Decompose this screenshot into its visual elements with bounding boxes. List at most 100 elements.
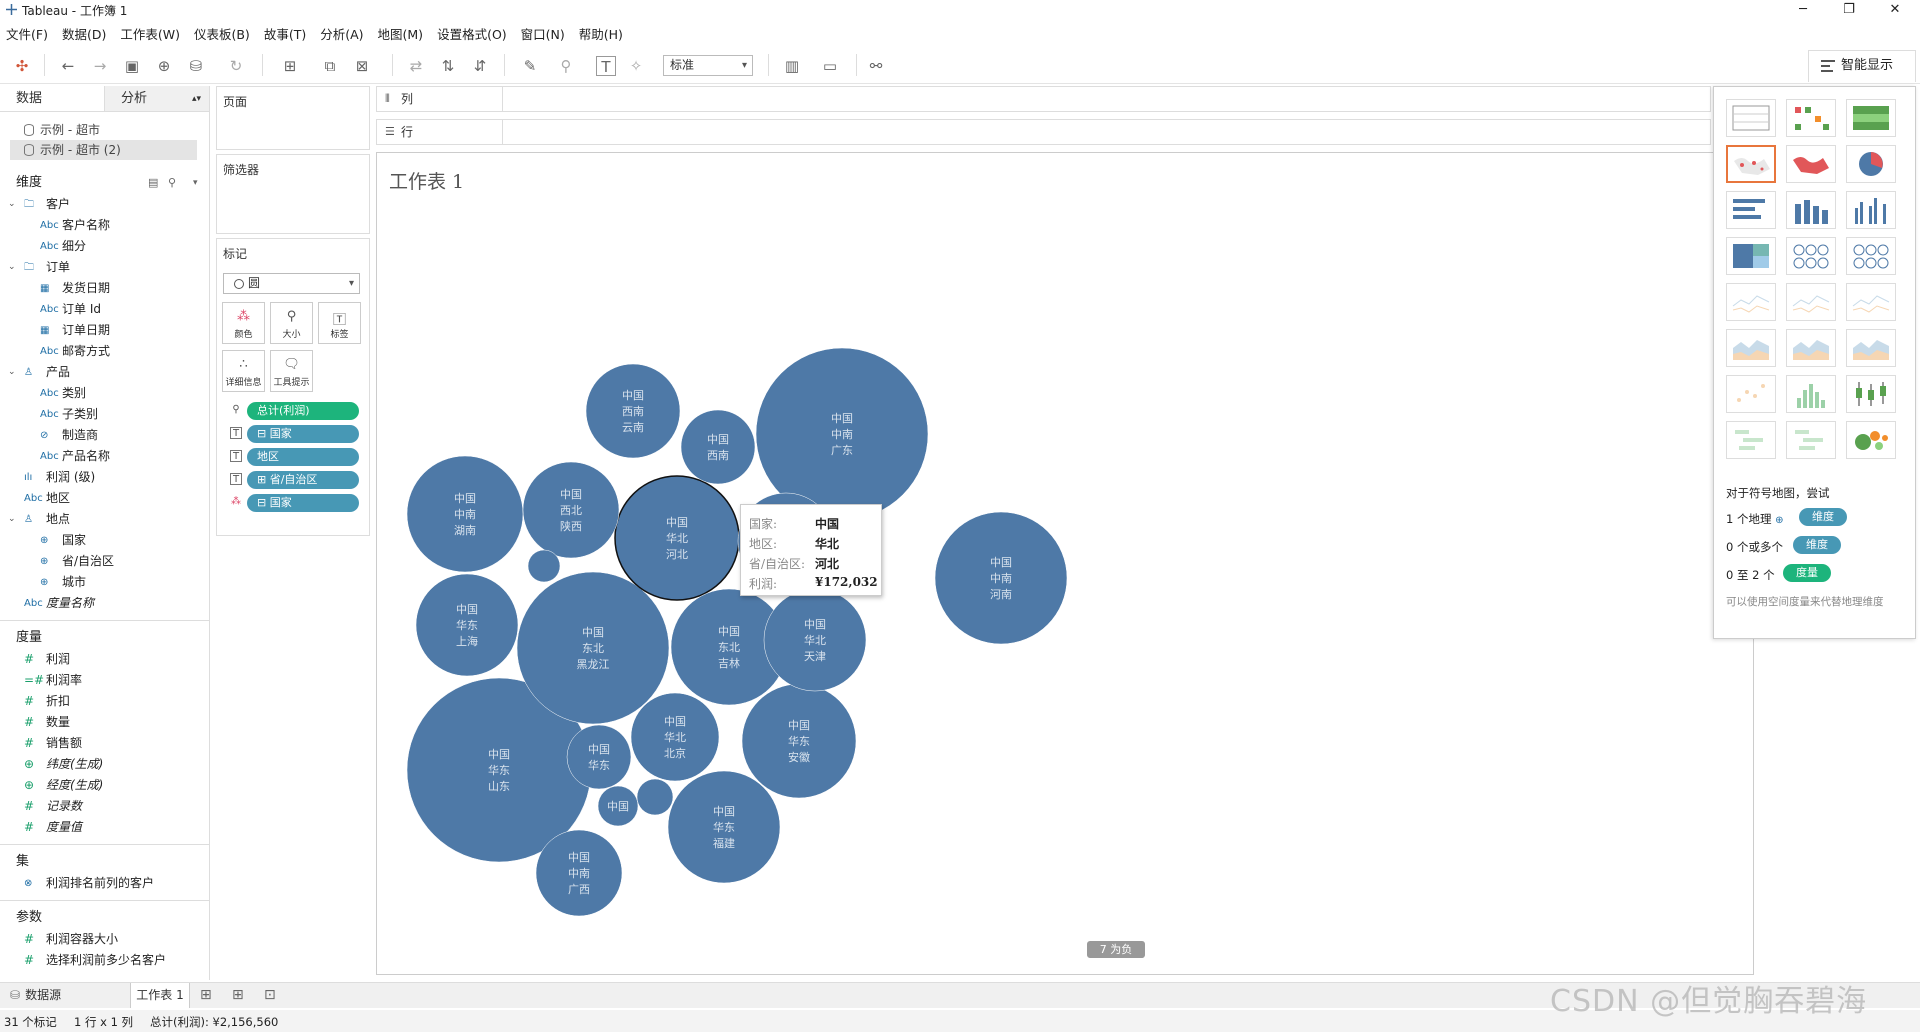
pill-region[interactable]: 地区 bbox=[247, 448, 359, 466]
rows-shelf[interactable]: ☰ 行 bbox=[376, 119, 1711, 145]
sort-ascending-icon[interactable]: ⇅ bbox=[438, 56, 458, 76]
expand-chevron-icon[interactable]: ⌄ bbox=[8, 194, 16, 215]
close-button[interactable]: ✕ bbox=[1872, 0, 1918, 20]
menu-window[interactable]: 窗口(N) bbox=[521, 24, 565, 43]
dimension-field[interactable]: Abc 产品名称 bbox=[0, 446, 209, 467]
undo-icon[interactable]: ← bbox=[58, 56, 78, 76]
expand-chevron-icon[interactable]: ⌄ bbox=[8, 509, 16, 530]
dimension-field[interactable]: ⊕ 省/自治区 bbox=[0, 551, 209, 572]
presentation-icon[interactable]: ▭ bbox=[820, 56, 840, 76]
duplicate-sheet-icon[interactable]: ⧉ bbox=[320, 56, 340, 76]
show-me-bullet-graph[interactable] bbox=[1786, 421, 1836, 459]
datasource-item-selected[interactable]: 示例 - 超市 (2) bbox=[10, 140, 197, 160]
measure-field[interactable]: =# 利润率 bbox=[0, 670, 209, 691]
pin-icon[interactable]: ✧ bbox=[626, 56, 646, 76]
menu-analysis[interactable]: 分析(A) bbox=[320, 24, 363, 43]
swap-icon[interactable]: ⇄ bbox=[406, 56, 426, 76]
mark-type-select[interactable]: 圆 bbox=[223, 273, 360, 294]
menu-format[interactable]: 设置格式(O) bbox=[437, 24, 507, 43]
new-sheet-icon[interactable]: ⊞ bbox=[280, 56, 300, 76]
new-story-icon[interactable]: ⊡ bbox=[264, 983, 276, 1008]
measure-field[interactable]: ⊕ 纬度(生成) bbox=[0, 754, 209, 775]
tab-menu-icon[interactable]: ▴▾ bbox=[192, 86, 201, 112]
dimension-field[interactable]: ⊕ 城市 bbox=[0, 572, 209, 593]
measure-field[interactable]: # 数量 bbox=[0, 712, 209, 733]
show-me-dual-combination[interactable] bbox=[1846, 329, 1896, 367]
minimize-button[interactable]: ─ bbox=[1780, 0, 1826, 20]
dimension-field[interactable]: ⊕ 国家 bbox=[0, 530, 209, 551]
pane-menu-icon[interactable]: ▾ bbox=[193, 172, 198, 194]
bubble-mark[interactable] bbox=[680, 409, 756, 485]
show-me-stacked-bars[interactable] bbox=[1786, 191, 1836, 229]
show-cards-icon[interactable]: ▥ bbox=[782, 56, 802, 76]
color-button[interactable]: ⁂ 颜色 bbox=[222, 302, 265, 344]
new-dashboard-icon[interactable]: ⊞ bbox=[232, 983, 244, 1008]
show-me-heat-map[interactable] bbox=[1786, 99, 1836, 137]
set-item[interactable]: ⊗ 利润排名前列的客户 bbox=[0, 873, 209, 894]
dimension-field[interactable]: Abc 地区 bbox=[0, 488, 209, 509]
tab-data[interactable]: 数据 bbox=[0, 86, 105, 111]
show-me-box-and-whisker[interactable] bbox=[1846, 375, 1896, 413]
show-me-highlight-table[interactable] bbox=[1846, 99, 1896, 137]
tab-analysis[interactable]: 分析 ▴▾ bbox=[105, 86, 209, 111]
measure-field[interactable]: # 折扣 bbox=[0, 691, 209, 712]
measure-field[interactable]: # 利润 bbox=[0, 649, 209, 670]
pill-country-color[interactable]: ⊟ 国家 bbox=[247, 494, 359, 512]
dimension-field[interactable]: Abc 度量名称 bbox=[0, 593, 209, 614]
dimension-field[interactable]: Abc 细分 bbox=[0, 236, 209, 257]
dimension-field[interactable]: Abc 客户名称 bbox=[0, 215, 209, 236]
datasource-tab[interactable]: ⛁ 数据源 bbox=[10, 983, 61, 1008]
pill-sum-profit[interactable]: 总计(利润) bbox=[247, 402, 359, 420]
param-item[interactable]: # 利润容器大小 bbox=[0, 929, 209, 950]
save-icon[interactable]: ▣ bbox=[122, 56, 142, 76]
expand-chevron-icon[interactable]: ⌄ bbox=[8, 257, 16, 278]
detail-button[interactable]: ∴ 详细信息 bbox=[222, 350, 265, 392]
pill-country[interactable]: ⊟ 国家 bbox=[247, 425, 359, 443]
tableau-home-icon[interactable]: ✣ bbox=[12, 56, 32, 76]
new-worksheet-icon[interactable]: ⊞ bbox=[200, 983, 212, 1008]
show-me-lines-discrete[interactable] bbox=[1786, 283, 1836, 321]
show-me-pie-chart[interactable] bbox=[1846, 145, 1896, 183]
menu-worksheet[interactable]: 工作表(W) bbox=[120, 24, 180, 43]
columns-shelf[interactable]: ⦀ 列 bbox=[376, 86, 1711, 112]
show-labels-icon[interactable]: T bbox=[596, 56, 616, 76]
show-me-circle-views[interactable] bbox=[1786, 237, 1836, 275]
menu-dashboard[interactable]: 仪表板(B) bbox=[194, 24, 250, 43]
highlight-icon[interactable]: ✎ bbox=[520, 56, 540, 76]
bubble-mark[interactable] bbox=[566, 724, 632, 790]
show-me-side-by-side-circles[interactable] bbox=[1846, 237, 1896, 275]
show-me-gantt-chart[interactable] bbox=[1726, 421, 1776, 459]
dimension-field[interactable]: ▦ 订单日期 bbox=[0, 320, 209, 341]
new-datasource-icon[interactable]: ⊕ bbox=[154, 56, 174, 76]
pause-updates-icon[interactable]: ⛁ bbox=[186, 56, 206, 76]
dimension-field[interactable]: ⌄ ♙ 地点 bbox=[0, 509, 209, 530]
null-indicator[interactable]: 7 为负 bbox=[1087, 941, 1145, 958]
size-button[interactable]: ⚲ 大小 bbox=[270, 302, 313, 344]
filters-card[interactable]: 筛选器 bbox=[216, 154, 370, 234]
dimension-field[interactable]: Abc 订单 Id bbox=[0, 299, 209, 320]
measure-field[interactable]: ⊕ 经度(生成) bbox=[0, 775, 209, 796]
sort-descending-icon[interactable]: ⇵ bbox=[470, 56, 490, 76]
show-me-horizontal-bars[interactable] bbox=[1726, 191, 1776, 229]
dimension-field[interactable]: Abc 邮寄方式 bbox=[0, 341, 209, 362]
show-me-scatter-plot[interactable] bbox=[1726, 375, 1776, 413]
menu-help[interactable]: 帮助(H) bbox=[579, 24, 623, 43]
show-me-treemap[interactable] bbox=[1726, 237, 1776, 275]
show-me-packed-bubbles[interactable] bbox=[1846, 421, 1896, 459]
bubble-mark[interactable] bbox=[527, 549, 561, 583]
show-me-button[interactable]: 智能显示 bbox=[1808, 50, 1916, 82]
measure-field[interactable]: # 销售额 bbox=[0, 733, 209, 754]
clear-sheet-icon[interactable]: ⊠ bbox=[352, 56, 372, 76]
pill-province[interactable]: ⊞ 省/自治区 bbox=[247, 471, 359, 489]
show-me-side-by-side-bars[interactable] bbox=[1846, 191, 1896, 229]
menu-map[interactable]: 地图(M) bbox=[378, 24, 424, 43]
dimension-field[interactable]: ılı 利润 (级) bbox=[0, 467, 209, 488]
show-me-histogram[interactable] bbox=[1786, 375, 1836, 413]
sheet-tab[interactable]: 工作表 1 bbox=[130, 983, 190, 1008]
dimension-field[interactable]: ⊘ 制造商 bbox=[0, 425, 209, 446]
label-button[interactable]: 🅃 标签 bbox=[318, 302, 361, 344]
dimension-field[interactable]: Abc 类别 bbox=[0, 383, 209, 404]
show-me-text-table[interactable] bbox=[1726, 99, 1776, 137]
restore-button[interactable]: ❐ bbox=[1826, 0, 1872, 20]
dimension-field[interactable]: ⌄ ♙ 产品 bbox=[0, 362, 209, 383]
